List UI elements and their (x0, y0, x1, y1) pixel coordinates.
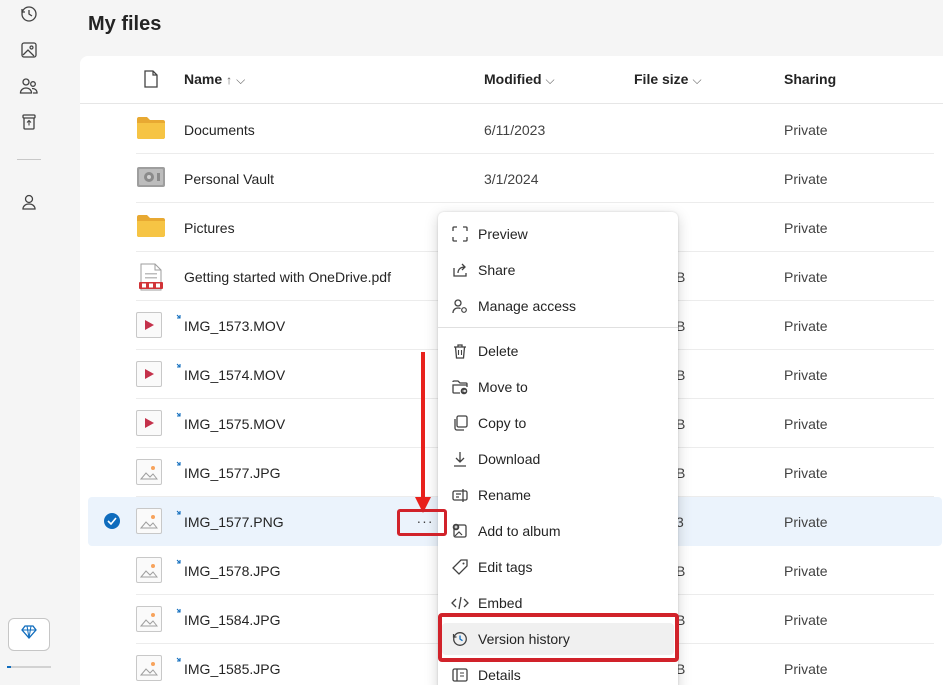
pdf-icon (136, 263, 166, 291)
file-name[interactable]: IMG_1573.MOV (184, 318, 285, 334)
menu-item-move-to[interactable]: Move to (442, 371, 674, 403)
image-icon (136, 606, 166, 634)
file-name[interactable]: Documents (184, 122, 255, 138)
sharing-status: Private (784, 367, 828, 383)
tag-icon (450, 557, 470, 577)
download-icon (450, 449, 470, 469)
file-name[interactable]: Getting started with OneDrive.pdf (184, 269, 391, 285)
details-icon (450, 665, 470, 685)
file-name[interactable]: IMG_1577.JPG (184, 465, 281, 481)
image-icon (136, 459, 166, 487)
menu-item-edit-tags[interactable]: Edit tags (442, 551, 674, 583)
account-icon[interactable] (18, 191, 40, 213)
add-album-icon (450, 521, 470, 541)
column-file-size[interactable]: File size ⌵ (634, 71, 702, 88)
column-sharing[interactable]: Sharing (784, 71, 836, 87)
page-title: My files (88, 13, 162, 35)
sharing-status: Private (784, 171, 828, 187)
rail-divider (17, 159, 41, 160)
copy-icon (450, 413, 470, 433)
file-name[interactable]: IMG_1584.JPG (184, 612, 281, 628)
file-name[interactable]: IMG_1574.MOV (184, 367, 285, 383)
image-icon (136, 655, 166, 683)
menu-item-download[interactable]: Download (442, 443, 674, 475)
sharing-status: Private (784, 122, 828, 138)
shared-icon[interactable] (18, 75, 40, 97)
menu-item-rename[interactable]: Rename (442, 479, 674, 511)
folder-icon (136, 116, 166, 144)
table-row[interactable]: Personal Vault 3/1/2024 Private (136, 154, 934, 203)
sharing-status: Private (784, 514, 828, 530)
file-name[interactable]: Pictures (184, 220, 235, 236)
premium-button[interactable] (8, 618, 50, 651)
menu-item-copy-to[interactable]: Copy to (442, 407, 674, 439)
recent-icon[interactable] (18, 3, 40, 25)
column-modified[interactable]: Modified ⌵ (484, 71, 555, 88)
chevron-down-icon: ⌵ (692, 73, 702, 87)
menu-item-add-to-album[interactable]: Add to album (442, 515, 674, 547)
checkmark-icon[interactable] (104, 513, 120, 529)
file-name[interactable]: IMG_1577.PNG (184, 514, 284, 530)
folder-icon (136, 214, 166, 242)
video-icon (136, 410, 166, 438)
modified-date: 6/11/2023 (484, 122, 546, 138)
chevron-down-icon: ⌵ (236, 73, 246, 87)
menu-item-delete[interactable]: Delete (442, 335, 674, 367)
move-to-icon (450, 377, 470, 397)
menu-item-share[interactable]: Share (442, 254, 674, 286)
file-name[interactable]: IMG_1578.JPG (184, 563, 281, 579)
sharing-status: Private (784, 612, 828, 628)
file-name[interactable]: IMG_1575.MOV (184, 416, 285, 432)
recycle-bin-icon[interactable] (18, 111, 40, 133)
table-row[interactable]: Documents 6/11/2023 Private (136, 105, 934, 154)
sharing-status: Private (784, 465, 828, 481)
image-icon (136, 557, 166, 585)
menu-item-preview[interactable]: Preview (442, 218, 674, 250)
sharing-status: Private (784, 269, 828, 285)
file-name[interactable]: Personal Vault (184, 171, 274, 187)
trash-icon (450, 341, 470, 361)
embed-icon (450, 593, 470, 613)
preview-icon (450, 224, 470, 244)
sharing-status: Private (784, 318, 828, 334)
vault-icon (136, 165, 166, 193)
modified-date: 3/1/2024 (484, 171, 539, 187)
image-icon (136, 508, 166, 536)
annotation-box-version-history (438, 613, 679, 662)
manage-access-icon (450, 296, 470, 316)
annotation-box-more-options (397, 509, 447, 536)
menu-item-manage-access[interactable]: Manage access (442, 290, 674, 322)
rename-icon (450, 485, 470, 505)
left-rail (0, 0, 58, 685)
chevron-down-icon: ⌵ (545, 73, 555, 87)
sharing-status: Private (784, 661, 828, 677)
file-type-icon[interactable] (144, 70, 158, 93)
column-name[interactable]: Name ↑ ⌵ (184, 71, 245, 88)
video-icon (136, 361, 166, 389)
file-name[interactable]: IMG_1585.JPG (184, 661, 281, 677)
share-icon (450, 260, 470, 280)
sharing-status: Private (784, 563, 828, 579)
diamond-icon (21, 625, 37, 644)
photos-icon[interactable] (18, 39, 40, 61)
sharing-status: Private (784, 220, 828, 236)
annotation-arrow (421, 352, 425, 500)
menu-item-details[interactable]: Details (442, 659, 674, 685)
column-header-row: Name ↑ ⌵ Modified ⌵ File size ⌵ Sharing (80, 56, 943, 104)
video-icon (136, 312, 166, 340)
menu-divider (438, 327, 678, 328)
storage-bar (7, 666, 51, 668)
sharing-status: Private (784, 416, 828, 432)
